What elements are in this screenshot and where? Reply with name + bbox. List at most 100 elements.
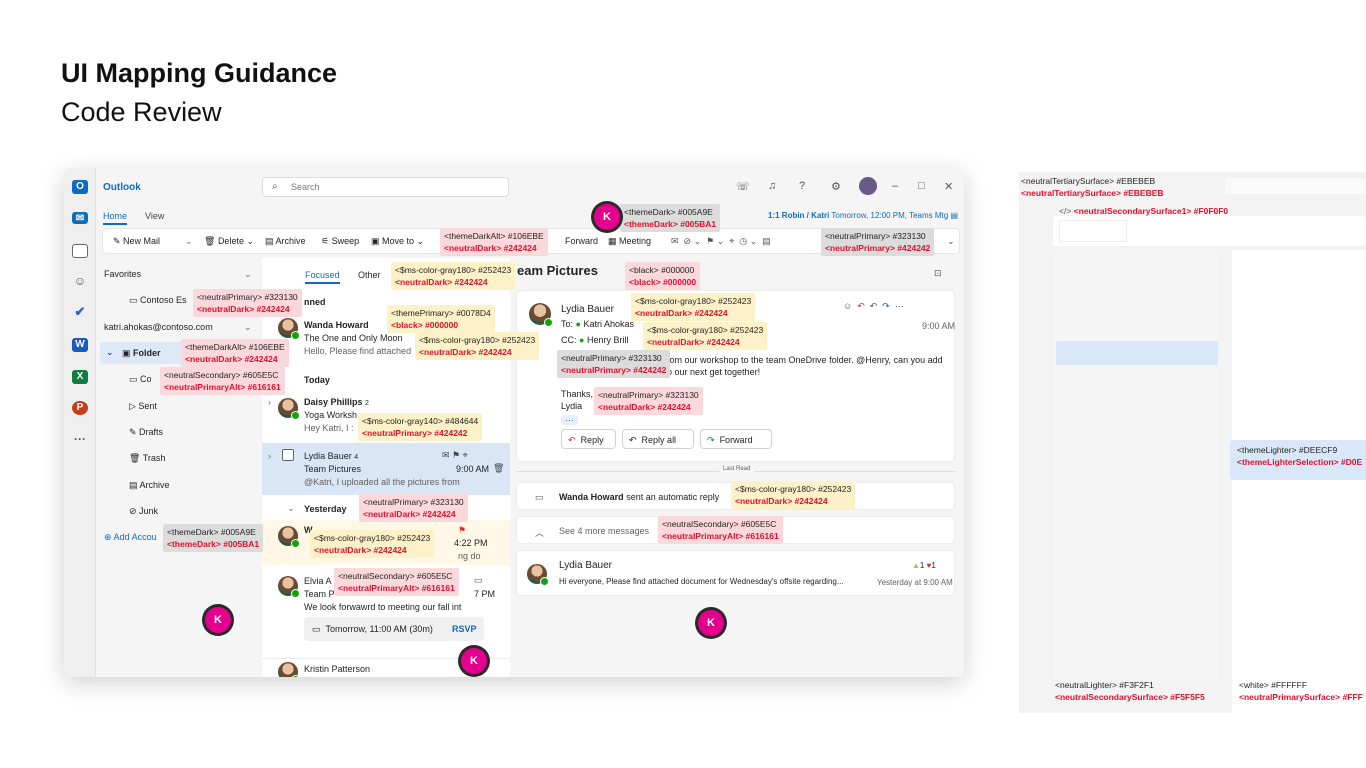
word-icon[interactable]: W xyxy=(72,338,88,352)
nav-archive[interactable]: ▤ Archive xyxy=(129,480,170,491)
nav-contoso[interactable]: ▭ Contoso Es xyxy=(129,295,187,306)
minimize-icon[interactable]: – xyxy=(892,180,898,192)
token-tooltip: <$ms-color-gray180> #252423 <neutralDark>… xyxy=(631,293,756,321)
collapsed-message[interactable]: Lydia Bauer Hi everyone, Please find att… xyxy=(516,550,955,596)
reactions[interactable]: ▲1 ♥1 xyxy=(912,561,936,570)
nav-junk[interactable]: ⊘ Junk xyxy=(129,506,158,517)
token-tooltip: <themeDarkAlt> #106EBE <neutralDark> #242… xyxy=(181,339,289,367)
chevron-down-icon[interactable]: ⌄ xyxy=(244,269,252,280)
gear-icon[interactable]: ⚙ xyxy=(831,180,841,193)
ribbon-icons[interactable]: ✉ ⊘ ⌄ ⚑ ⌄ ⌖ ◷ ⌄ ▤ xyxy=(671,236,771,247)
token-label: <neutralLighter> #F3F2F1 <neutralSecondar… xyxy=(1055,680,1205,702)
reply-all-button[interactable]: ↶ Reply all xyxy=(622,429,694,449)
sweep-button[interactable]: ⚟ Sweep xyxy=(321,236,359,247)
chevron-right-icon[interactable]: › xyxy=(268,397,271,407)
nav-co-label: Co xyxy=(140,374,152,384)
tab-focused[interactable]: Focused xyxy=(305,270,340,284)
tab-home[interactable]: Home xyxy=(103,211,128,225)
account-header[interactable]: katri.ahokas@contoso.com xyxy=(104,322,213,332)
time: Yesterday at 9:00 AM xyxy=(877,578,953,587)
avatar[interactable] xyxy=(859,177,877,195)
thumbs-up-icon: ▲ xyxy=(912,561,920,570)
select-checkbox[interactable] xyxy=(282,449,294,461)
nav-trash[interactable]: 🗑 Trash xyxy=(129,453,165,464)
token-tooltip: <$ms-color-gray180> #252423 <neutralDark>… xyxy=(643,322,768,350)
nav-drafts[interactable]: ✎ Drafts xyxy=(129,427,163,438)
chevron-down-icon[interactable]: ⌄ xyxy=(287,503,295,514)
list-item-selected[interactable]: › Lydia Bauer 4 ✉ ⚑ ⌖ Team Pictures 9:00… xyxy=(262,443,510,495)
event-card[interactable]: ▭ Tomorrow, 11:00 AM (30m) RSVP xyxy=(304,617,484,641)
presence-icon: ● xyxy=(579,335,585,345)
sender: Wanda Howard xyxy=(304,320,369,330)
reply-button[interactable]: ↶ Reply xyxy=(561,429,616,449)
new-mail-dropdown[interactable]: ⌄ xyxy=(185,236,193,247)
chevron-right-icon[interactable]: › xyxy=(268,451,271,461)
meeting-button[interactable]: ▦ Meeting xyxy=(608,236,651,247)
quick-actions-icons[interactable]: ✉ ⚑ ⌖ xyxy=(442,450,468,461)
surface-swatch xyxy=(1053,250,1219,680)
nav-sent[interactable]: ▷ Sent xyxy=(129,401,157,412)
forward-button[interactable]: ↷ Forward xyxy=(700,429,772,449)
flag-icon[interactable]: ⚑ xyxy=(458,525,466,536)
ribbon-more-icon[interactable]: ⌄ xyxy=(947,236,955,247)
time: 7 PM xyxy=(474,589,496,599)
excel-icon[interactable]: X xyxy=(72,370,88,384)
add-account-link[interactable]: ⊕ Add Accou xyxy=(104,532,157,543)
folder-pane: Favorites ⌄ ▭ Contoso Es katri.ahokas@co… xyxy=(96,258,262,677)
more-apps-icon[interactable]: ··· xyxy=(72,432,88,446)
token-label: <themeLighter> #DEECF9 <themeLighterSelec… xyxy=(1237,445,1363,467)
bell-icon[interactable]: ♫ xyxy=(768,180,776,192)
avatar xyxy=(278,662,300,677)
move-to-button[interactable]: ▣ Move to ⌄ xyxy=(371,236,424,247)
powerpoint-icon[interactable]: P xyxy=(72,401,88,415)
sweep-label: Sweep xyxy=(331,236,360,246)
nav-co[interactable]: ▭ Co xyxy=(129,374,152,385)
group-yesterday: Yesterday xyxy=(304,504,347,514)
popout-icon[interactable]: ⊡ xyxy=(934,268,942,279)
k-marker: K xyxy=(698,610,724,636)
chat-icon[interactable]: ☏ xyxy=(736,180,750,193)
chevron-down-icon[interactable]: ⌄ xyxy=(244,322,252,333)
tab-other[interactable]: Other xyxy=(358,270,381,280)
mail-icon[interactable]: ✉ xyxy=(72,212,88,224)
thread-count: 2 xyxy=(365,400,369,407)
search-input[interactable]: ⌕ Search xyxy=(262,177,509,197)
to-name: Katri Ahokas xyxy=(583,319,635,329)
avatar xyxy=(527,564,549,586)
nav-junk-label: Junk xyxy=(139,506,159,516)
close-icon[interactable]: ✕ xyxy=(944,180,953,193)
people-icon[interactable]: ☺ xyxy=(72,274,88,288)
rsvp-button[interactable]: RSVP xyxy=(452,624,477,634)
forward-button[interactable]: Forward xyxy=(565,236,598,246)
meeting-title: 1:1 Robin / Katri xyxy=(768,211,830,220)
new-mail-button[interactable]: ✎ New Mail xyxy=(113,236,160,247)
calendar-icon[interactable] xyxy=(72,244,88,258)
forward-label: Forward xyxy=(719,435,753,445)
forward-label: Forward xyxy=(565,236,599,246)
tab-view[interactable]: View xyxy=(145,211,164,221)
subject: The One and Only Moon xyxy=(304,333,403,343)
reply-label: Reply xyxy=(580,435,604,445)
cc-label: CC: xyxy=(561,335,577,345)
show-more-button[interactable]: ··· xyxy=(561,415,578,425)
favorites-header[interactable]: Favorites xyxy=(104,269,141,279)
reaction-count: 1 xyxy=(919,561,925,570)
auto-reply-label: sent an automatic reply xyxy=(626,492,720,502)
todo-icon[interactable]: ✔ xyxy=(72,305,88,319)
to-label: To: xyxy=(561,319,574,329)
reaction-count: 1 xyxy=(931,561,936,570)
meeting-reminder[interactable]: 1:1 Robin / Katri Tomorrow, 12:00 PM, Te… xyxy=(768,211,958,220)
avatar xyxy=(278,318,300,340)
preview: Hi everyone, Please find attached docume… xyxy=(559,577,844,586)
token-tooltip: <themePrimary> #0078D4 <black> #000000 xyxy=(387,305,495,333)
message-actions[interactable]: ☺ ↶ ↶ ↷ ··· xyxy=(843,301,904,312)
help-icon[interactable]: ? xyxy=(799,180,805,192)
archive-button[interactable]: ▤ Archive xyxy=(265,236,306,247)
pinned-header: nned xyxy=(304,297,326,307)
selection-swatch xyxy=(1056,341,1218,365)
message-body-2: n to our next get together! xyxy=(657,367,761,377)
trash-icon[interactable]: 🗑 xyxy=(493,463,504,474)
preview: Hey Katri, I : xyxy=(304,423,354,433)
delete-button[interactable]: 🗑 Delete ⌄ xyxy=(204,236,254,247)
maximize-icon[interactable]: □ xyxy=(918,180,925,192)
